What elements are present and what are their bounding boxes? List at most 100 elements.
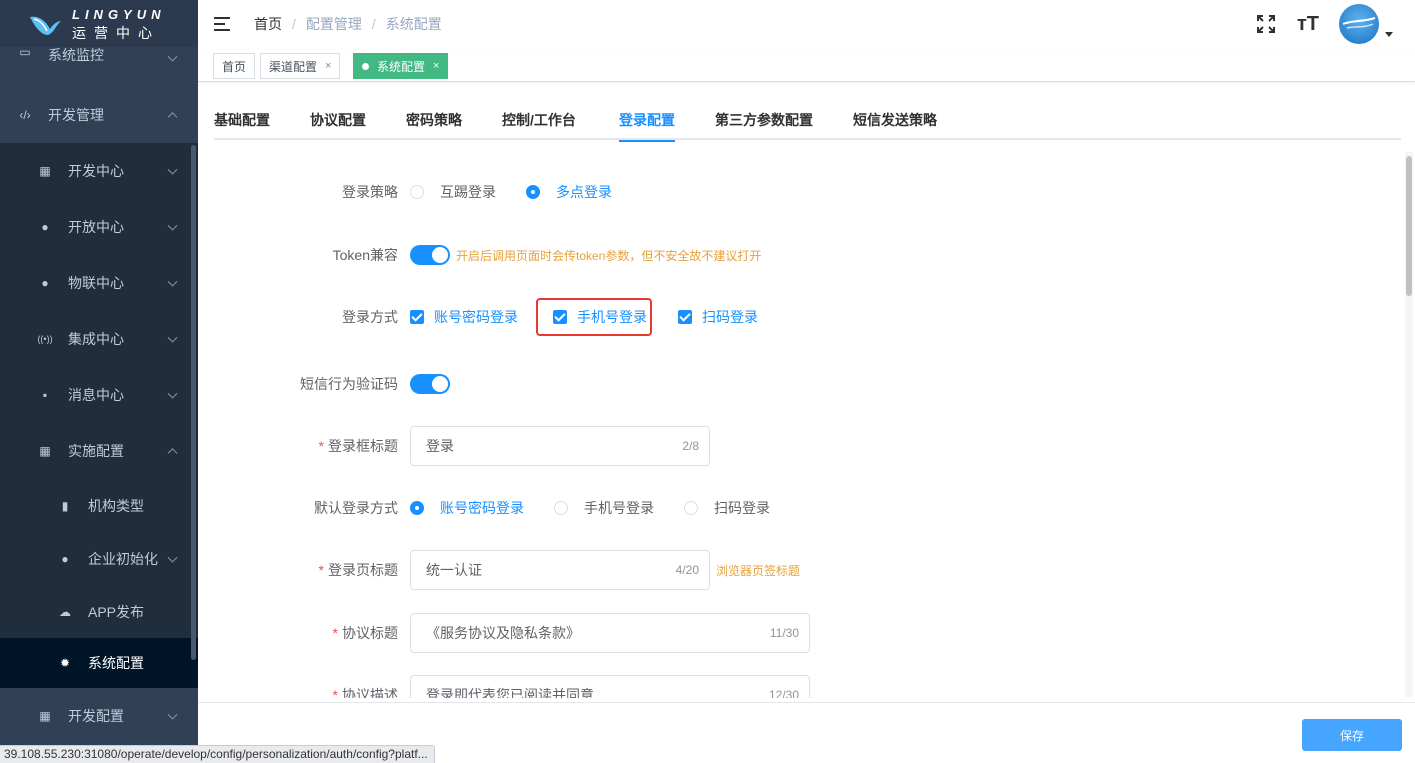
login-methods-label: 登录方式 [342,309,398,325]
active-dot-icon [362,62,369,70]
sidebar-item-enterprise-init[interactable]: ● 企业初始化 [0,532,198,585]
token-compat-row: Token兼容 开启后调用页面时会传token参数，但不安全故不建议打开 [214,235,761,275]
checkbox-label: 手机号登录 [577,309,647,325]
radio-default-account[interactable]: 账号密码登录 [410,498,524,518]
sms-captcha-row: 短信行为验证码 [214,364,450,404]
avatar[interactable] [1339,4,1379,44]
sms-captcha-switch[interactable] [410,374,450,394]
login-box-title-input[interactable]: 登录 2/8 [410,426,710,466]
sidebar-item-integration-center[interactable]: ((•)) 集成中心 [0,311,198,367]
tag-home[interactable]: 首页 [213,53,256,79]
sidebar-item-dev-config[interactable]: ▦ 开发配置 [0,688,198,744]
sidebar-item-system-config[interactable]: ✹ 系统配置 [0,638,198,688]
breadcrumb-home[interactable]: 首页 [254,14,282,34]
input-value: 统一认证 [426,562,482,578]
sidebar-item-dev-center[interactable]: ▦ 开发中心 [0,143,198,199]
input-value: 登录 [426,438,454,454]
radio-default-qrcode[interactable]: 扫码登录 [684,498,770,518]
login-page-title-hint: 浏览器页签标题 [716,563,801,578]
radio-default-phone[interactable]: 手机号登录 [554,498,654,518]
sidebar-item-app-publish[interactable]: ☁ APP发布 [0,585,198,638]
close-icon[interactable]: × [433,60,439,72]
sidebar-item-label: 企业初始化 [88,550,158,567]
table-icon: ▦ [39,444,51,458]
scrollbar-thumb[interactable] [1406,156,1412,296]
sidebar-item-label: 开发管理 [48,107,104,123]
agreement-desc-label: * 协议描述 [332,687,398,698]
font-size-icon[interactable]: тT [1297,13,1319,36]
char-count: 11/30 [769,626,799,640]
logo[interactable]: LINGYUN 运营中心 [0,0,198,47]
login-page-title-input[interactable]: 统一认证 4/20 [410,550,710,590]
checkbox-phone-login[interactable]: 手机号登录 [536,298,652,336]
config-tabs: 基础配置 协议配置 密码策略 控制/工作台 登录配置 第三方参数配置 短信发送策… [214,100,1401,142]
login-box-title-row: * 登录框标题 登录 2/8 [214,426,710,466]
tab-password-policy[interactable]: 密码策略 [406,110,462,140]
sidebar-item-label: 物联中心 [68,275,124,291]
globe-icon: ● [61,551,69,566]
radio-label: 多点登录 [556,184,612,200]
input-value: 登录即代表您已阅读并同意 [426,687,594,698]
checkbox-box[interactable] [410,310,424,324]
sidebar-item-label: APP发布 [88,603,145,620]
chevron-down-icon [167,276,178,287]
checkbox-account-login[interactable]: 账号密码登录 [410,307,518,327]
token-compat-switch[interactable] [410,245,450,265]
sidebar-scrollbar[interactable] [191,145,196,660]
sidebar-item-iot-center[interactable]: ● 物联中心 [0,255,198,311]
org-icon: ▮ [61,498,69,513]
checkbox-label: 扫码登录 [702,309,758,325]
radio-kick-login[interactable]: 互踢登录 [410,182,496,202]
content-scrollbar[interactable] [1405,152,1413,697]
logo-text-en: LINGYUN [72,6,166,22]
input-value: 《服务协议及隐私条款》 [426,625,580,641]
login-strategy-row: 登录策略 互踢登录 多点登录 [214,172,642,212]
fullscreen-icon[interactable] [1256,15,1275,33]
sidebar-item-impl-config[interactable]: ▦ 实施配置 [0,423,198,479]
tab-control-workbench[interactable]: 控制/工作台 [502,110,576,140]
token-compat-label: Token兼容 [332,247,398,263]
globe-icon: ● [41,220,49,234]
checkbox-box[interactable] [678,310,692,324]
radio-circle[interactable] [526,185,540,199]
caret-down-icon[interactable] [1385,31,1393,37]
sidebar-item-label: 开发配置 [68,708,124,724]
close-icon[interactable]: × [325,60,331,72]
sidebar-item-system-monitor[interactable]: ▭ 系统监控 [0,45,198,73]
tab-basic-config[interactable]: 基础配置 [214,110,270,140]
chevron-down-icon [167,388,178,399]
broadcast-icon: ((•)) [37,334,53,344]
tab-third-party-config[interactable]: 第三方参数配置 [715,110,813,140]
chevron-down-icon [167,332,178,343]
breadcrumb-separator: / [292,16,296,32]
breadcrumb-parent: 配置管理 [305,16,362,32]
sidebar-item-open-center[interactable]: ● 开放中心 [0,199,198,255]
radio-circle[interactable] [554,501,568,515]
sidebar-item-org-type[interactable]: ▮ 机构类型 [0,479,198,532]
tag-label: 系统配置 [377,59,426,74]
tag-channel-config[interactable]: 渠道配置 × [260,53,341,79]
tab-protocol-config[interactable]: 协议配置 [310,110,366,140]
tab-login-config[interactable]: 登录配置 [619,110,675,142]
tag-system-config[interactable]: 系统配置 × [353,53,449,79]
radio-label: 扫码登录 [714,500,770,516]
checkbox-qrcode-login[interactable]: 扫码登录 [678,307,758,327]
sidebar-item-dev-manage[interactable]: ‹/› 开发管理 [0,87,198,143]
radio-circle[interactable] [410,501,424,515]
logo-bird-icon [28,11,62,37]
agreement-title-row: * 协议标题 《服务协议及隐私条款》 11/30 [214,613,810,653]
tab-sms-policy[interactable]: 短信发送策略 [853,110,937,140]
grid-icon: ▦ [39,164,51,178]
gear-icon: ✹ [59,656,71,670]
radio-circle[interactable] [684,501,698,515]
save-button[interactable]: 保存 [1302,719,1402,751]
hamburger-icon[interactable] [214,17,232,31]
agreement-title-input[interactable]: 《服务协议及隐私条款》 11/30 [410,613,810,653]
agreement-title-label: * 协议标题 [332,625,398,641]
agreement-desc-input[interactable]: 登录即代表您已阅读并同意 12/30 [410,675,810,698]
radio-multi-login[interactable]: 多点登录 [526,182,612,202]
checkbox-box[interactable] [553,310,567,324]
radio-circle[interactable] [410,185,424,199]
sidebar-item-message-center[interactable]: ▪ 消息中心 [0,367,198,423]
grid-icon: ▦ [39,709,51,723]
